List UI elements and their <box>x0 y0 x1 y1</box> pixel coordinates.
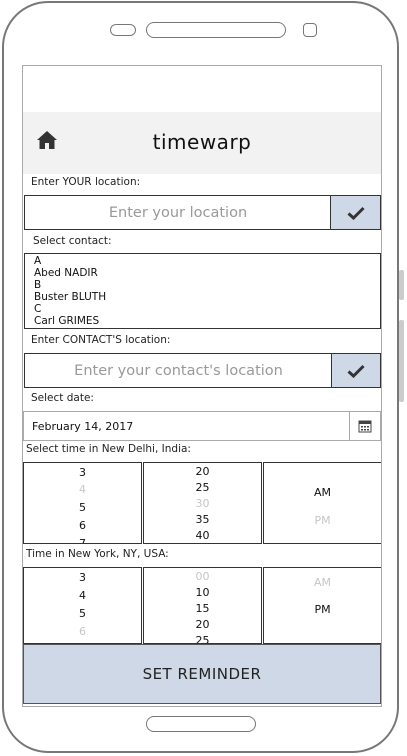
picker-value: 5 <box>79 607 86 620</box>
picker-value: 20 <box>195 618 210 631</box>
top-bar-left <box>110 24 136 36</box>
picker-value: 6 <box>79 519 86 532</box>
remote-hour-picker: 3 4 5 6 <box>23 567 142 644</box>
set-reminder-button[interactable]: SET REMINDER <box>23 644 381 704</box>
picker-value: 6 <box>79 625 86 638</box>
contact-location-confirm-button[interactable] <box>331 353 381 388</box>
check-icon <box>346 206 365 220</box>
picker-value: 7 <box>79 537 86 544</box>
your-location-confirm-button[interactable] <box>330 195 381 230</box>
calendar-button[interactable] <box>349 412 380 440</box>
date-value: February 14, 2017 <box>32 420 134 433</box>
earpiece <box>146 22 286 38</box>
select-contact-label: Select contact: <box>33 235 112 247</box>
list-item[interactable]: C <box>34 303 380 315</box>
your-location-placeholder: Enter your location <box>108 204 248 221</box>
contact-location-label: Enter CONTACT'S location: <box>31 334 171 346</box>
picker-value: 5 <box>79 501 86 514</box>
picker-value: 3 <box>79 466 86 479</box>
picker-value: 30 <box>195 497 210 510</box>
remote-minute-picker: 00 10 15 20 25 <box>143 567 262 644</box>
local-minute-picker[interactable]: 20 25 30 35 40 <box>143 462 262 544</box>
picker-value: 00 <box>195 570 210 583</box>
camera <box>303 23 317 37</box>
picker-value: PM <box>314 603 331 616</box>
list-item[interactable]: B <box>34 279 380 291</box>
picker-value: PM <box>314 514 331 527</box>
picker-value: AM <box>313 576 331 589</box>
picker-value: 4 <box>79 589 86 602</box>
picker-value: 10 <box>195 586 210 599</box>
app-title: timewarp <box>152 130 252 154</box>
volume-button <box>399 270 404 300</box>
picker-value: 15 <box>195 602 210 615</box>
picker-value: 25 <box>195 481 210 494</box>
date-field[interactable]: February 14, 2017 <box>23 411 381 441</box>
list-item[interactable]: A <box>34 255 380 267</box>
check-icon <box>347 364 365 378</box>
contact-location-placeholder: Enter your contact's location <box>74 362 283 379</box>
local-hour-picker[interactable]: 3 4 5 6 7 <box>23 462 142 544</box>
list-item[interactable]: Abed NADIR <box>34 267 380 279</box>
picker-value: 40 <box>195 529 210 542</box>
local-ampm-picker[interactable]: AM PM <box>263 462 381 544</box>
calendar-icon <box>358 420 372 433</box>
picker-value: 20 <box>195 465 210 478</box>
list-item[interactable]: D <box>34 327 380 328</box>
your-location-field[interactable]: Enter your location <box>24 195 381 230</box>
picker-value: 35 <box>195 513 210 526</box>
remote-time-label: Time in New York, NY, USA: <box>26 548 169 560</box>
power-button <box>399 320 404 402</box>
contact-location-field[interactable]: Enter your contact's location <box>24 353 381 388</box>
app-screen: timewarp Enter YOUR location: Enter your… <box>22 65 382 707</box>
home-bar[interactable] <box>146 716 256 732</box>
remote-ampm-picker: AM PM <box>263 567 381 644</box>
select-date-label: Select date: <box>31 392 94 404</box>
picker-value: 3 <box>79 571 86 584</box>
picker-value: AM <box>313 486 331 499</box>
local-time-label: Select time in New Delhi, India: <box>26 443 191 455</box>
app-header: timewarp <box>23 112 381 174</box>
picker-value: 25 <box>195 634 210 644</box>
list-item[interactable]: Carl GRIMES <box>34 315 380 327</box>
picker-value: 4 <box>79 483 86 496</box>
list-item[interactable]: Buster BLUTH <box>34 291 380 303</box>
your-location-label: Enter YOUR location: <box>31 176 141 188</box>
contact-list[interactable]: A Abed NADIR B Buster BLUTH C Carl GRIME… <box>24 253 381 329</box>
